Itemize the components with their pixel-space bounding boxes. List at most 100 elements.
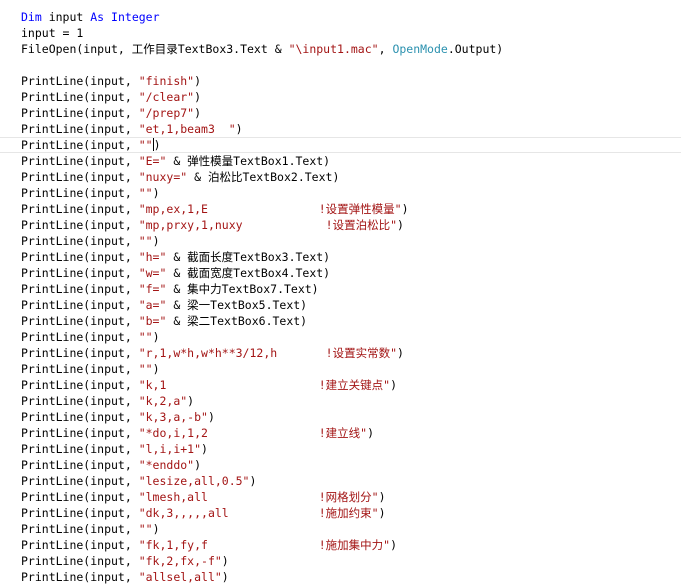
code-token: & 截面宽度TextBox4.Text) xyxy=(166,266,331,280)
code-line[interactable]: PrintLine(input, "k,1 !建立关键点") xyxy=(21,377,681,393)
code-line[interactable]: PrintLine(input, "mp,prxy,1,nuxy !设置泊松比"… xyxy=(21,217,681,233)
code-token: PrintLine(input, xyxy=(21,138,139,152)
code-token: "fk,2,fx,-f" xyxy=(138,554,222,568)
code-line[interactable]: PrintLine(input, "") xyxy=(0,137,681,153)
code-token: PrintLine(input, xyxy=(21,362,139,376)
code-token: Dim xyxy=(21,10,42,24)
code-token: "k,3,a,-b" xyxy=(138,410,208,424)
code-token: PrintLine(input, xyxy=(21,282,139,296)
code-token: "a=" xyxy=(138,298,167,312)
code-token: ) xyxy=(221,570,229,584)
code-token: "E=" xyxy=(138,154,167,168)
code-line[interactable]: PrintLine(input, "") xyxy=(21,329,681,345)
code-token: PrintLine(input, xyxy=(21,394,139,408)
code-line[interactable]: Dim input As Integer xyxy=(21,9,681,25)
code-token: ) xyxy=(194,106,202,120)
code-token: ) xyxy=(207,410,215,424)
code-line[interactable]: PrintLine(input, "") xyxy=(21,185,681,201)
code-token: ) xyxy=(152,522,160,536)
code-line[interactable]: PrintLine(input, "dk,3,,,,,all !施加约束") xyxy=(21,505,681,521)
code-token: PrintLine(input, xyxy=(21,106,139,120)
code-token: PrintLine(input, xyxy=(21,490,139,504)
code-token: "" xyxy=(138,138,153,152)
code-token: ) xyxy=(153,138,161,152)
code-token: PrintLine(input, xyxy=(21,170,139,184)
code-token: "allsel,all" xyxy=(138,570,222,584)
code-line[interactable]: PrintLine(input, "") xyxy=(21,233,681,249)
code-line[interactable]: PrintLine(input, "nuxy=" & 泊松比TextBox2.T… xyxy=(21,169,681,185)
code-token: ) xyxy=(152,186,160,200)
code-line[interactable]: PrintLine(input, "*enddo") xyxy=(21,457,681,473)
code-token: PrintLine(input, xyxy=(21,314,139,328)
code-line[interactable]: PrintLine(input, "a=" & 梁一TextBox5.Text) xyxy=(21,297,681,313)
code-token: PrintLine(input, xyxy=(21,410,139,424)
code-token: ) xyxy=(249,474,257,488)
code-token: PrintLine(input, xyxy=(21,426,139,440)
code-token: ) xyxy=(378,490,386,504)
code-token: PrintLine(input, xyxy=(21,346,139,360)
code-line[interactable]: input = 1 xyxy=(21,25,681,41)
code-line[interactable]: PrintLine(input, "b=" & 梁二TextBox6.Text) xyxy=(21,313,681,329)
code-token: & 梁二TextBox6.Text) xyxy=(166,314,308,328)
code-token: "l,i,i+1" xyxy=(138,442,202,456)
code-token: ) xyxy=(187,394,195,408)
code-line[interactable]: PrintLine(input, "finish") xyxy=(21,73,681,89)
code-line[interactable]: PrintLine(input, "l,i,i+1") xyxy=(21,441,681,457)
code-line[interactable]: PrintLine(input, "et,1,beam3 ") xyxy=(21,121,681,137)
code-token: ) xyxy=(194,90,202,104)
code-line[interactable]: PrintLine(input, "allsel,all") xyxy=(21,569,681,585)
code-line[interactable]: PrintLine(input, "mp,ex,1,E !设置弹性模量") xyxy=(21,201,681,217)
code-line[interactable]: PrintLine(input, "k,2,a") xyxy=(21,393,681,409)
code-token: ) xyxy=(194,74,202,88)
code-token: As xyxy=(90,10,105,24)
code-line[interactable]: PrintLine(input, "E=" & 弹性模量TextBox1.Tex… xyxy=(21,153,681,169)
code-token: PrintLine(input, xyxy=(21,298,139,312)
code-line[interactable]: PrintLine(input, "r,1,w*h,w*h**3/12,h !设… xyxy=(21,345,681,361)
code-token: PrintLine(input, xyxy=(21,474,139,488)
code-token: "*enddo" xyxy=(138,458,195,472)
code-token: & 梁一TextBox5.Text) xyxy=(166,298,308,312)
code-editor[interactable]: Dim input As Integer input = 1 FileOpen(in… xyxy=(0,0,681,585)
code-area[interactable]: Dim input As Integer input = 1 FileOpen(in… xyxy=(0,9,681,585)
code-line[interactable]: PrintLine(input, "") xyxy=(21,361,681,377)
code-line[interactable]: PrintLine(input, "lesize,all,0.5") xyxy=(21,473,681,489)
code-token: "w=" xyxy=(138,266,167,280)
code-token: ) xyxy=(221,554,229,568)
code-token: PrintLine(input, xyxy=(21,538,139,552)
code-token: ) xyxy=(235,122,243,136)
code-token: ) xyxy=(201,442,208,456)
code-line[interactable]: PrintLine(input, "*do,i,1,2 !建立线") xyxy=(21,425,681,441)
code-token: PrintLine(input, xyxy=(21,266,139,280)
code-token: PrintLine(input, xyxy=(21,234,139,248)
code-line[interactable]: PrintLine(input, "fk,2,fx,-f") xyxy=(21,553,681,569)
code-line[interactable]: PrintLine(input, "f=" & 集中力TextBox7.Text… xyxy=(21,281,681,297)
code-line[interactable]: PrintLine(input, "") xyxy=(21,521,681,537)
code-token: "h=" xyxy=(138,250,167,264)
code-token: "dk,3,,,,,all !施加约束" xyxy=(138,506,379,520)
code-token: PrintLine(input, xyxy=(21,458,139,472)
code-token: PrintLine(input, xyxy=(21,522,139,536)
code-token: input xyxy=(41,10,91,24)
code-line[interactable]: PrintLine(input, "h=" & 截面长度TextBox3.Tex… xyxy=(21,249,681,265)
code-line[interactable] xyxy=(21,57,681,73)
code-line[interactable]: PrintLine(input, "w=" & 截面宽度TextBox4.Tex… xyxy=(21,265,681,281)
code-line[interactable]: PrintLine(input, "fk,1,fy,f !施加集中力") xyxy=(21,537,681,553)
code-line[interactable]: PrintLine(input, "lmesh,all !网格划分") xyxy=(21,489,681,505)
code-token: "" xyxy=(138,362,153,376)
code-line[interactable]: PrintLine(input, "/prep7") xyxy=(21,105,681,121)
code-token: "r,1,w*h,w*h**3/12,h !设置实常数" xyxy=(138,346,397,360)
code-token: "fk,1,fy,f !施加集中力" xyxy=(138,538,391,552)
code-token: input = 1 xyxy=(21,26,84,40)
code-line[interactable]: PrintLine(input, "/clear") xyxy=(21,89,681,105)
code-token: "mp,prxy,1,nuxy !设置泊松比" xyxy=(138,218,397,232)
code-token: "k,1 !建立关键点" xyxy=(138,378,391,392)
code-token: & 集中力TextBox7.Text) xyxy=(166,282,319,296)
code-token: ) xyxy=(194,458,202,472)
code-token: & 泊松比TextBox2.Text) xyxy=(187,170,340,184)
code-line[interactable]: PrintLine(input, "k,3,a,-b") xyxy=(21,409,681,425)
code-token: & 弹性模量TextBox1.Text) xyxy=(166,154,331,168)
code-token: PrintLine(input, xyxy=(21,74,139,88)
code-token: PrintLine(input, xyxy=(21,554,139,568)
code-token: PrintLine(input, xyxy=(21,154,139,168)
code-line[interactable]: FileOpen(input, 工作目录TextBox3.Text & "\in… xyxy=(21,41,681,57)
